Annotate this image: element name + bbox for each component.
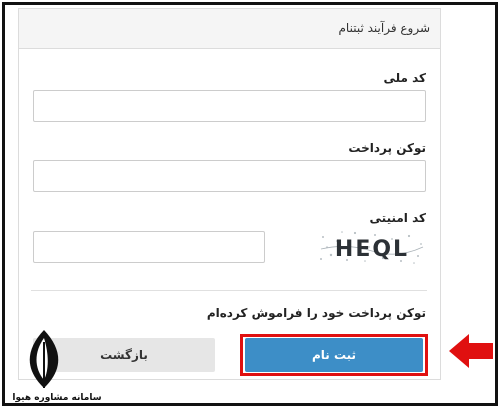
security-code-input[interactable] [33, 231, 265, 263]
captcha-image: HEQL [320, 231, 424, 264]
feather-logo-icon: سامانه مشاوره هیوا [12, 330, 102, 403]
left-arrow-icon [449, 334, 493, 368]
national-code-label: کد ملی [383, 71, 426, 85]
watermark-text: سامانه مشاوره هیوا [12, 393, 101, 403]
divider [31, 290, 427, 291]
security-code-label: کد امنیتی [369, 211, 426, 225]
panel-title: شروع فرآیند ثبتنام [19, 9, 440, 49]
payment-token-input[interactable] [33, 160, 426, 192]
captcha-text: HEQL [335, 237, 409, 262]
national-code-input[interactable] [33, 90, 426, 122]
register-button[interactable]: ثبت نام [245, 338, 423, 372]
payment-token-label: توکن پرداخت [348, 141, 426, 155]
forgot-token-link[interactable]: توکن پرداخت خود را فراموش کرده‌ام [207, 306, 426, 320]
registration-panel: شروع فرآیند ثبتنام کد ملی توکن پرداخت کد… [18, 8, 441, 380]
screenshot-frame: شروع فرآیند ثبتنام کد ملی توکن پرداخت کد… [2, 2, 498, 406]
